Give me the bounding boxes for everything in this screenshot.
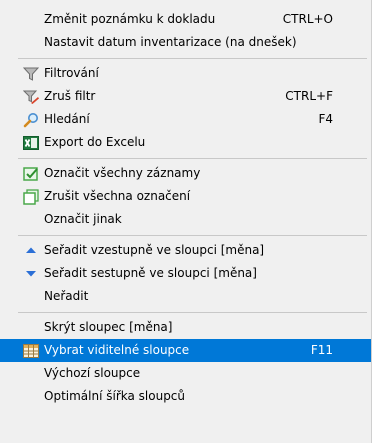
menu-item-label: Změnit poznámku k dokladu [44, 12, 216, 26]
menu-item-mark-otherwise[interactable]: Označit jinak [0, 208, 371, 231]
menu-item-label: Nastavit datum inventarizace (na dnešek) [44, 35, 297, 49]
menu-item-label: Zruš filtr [44, 89, 96, 103]
menu-item-label: Skrýt sloupec [měna] [44, 320, 173, 334]
menu-item-hide-column[interactable]: Skrýt sloupec [měna] [0, 316, 371, 339]
menu-item-shortcut: CTRL+F [285, 89, 333, 103]
menu-item-filter[interactable]: Filtrování [0, 62, 371, 85]
menu-item-clear-filter[interactable]: Zruš filtr CTRL+F [0, 85, 371, 108]
menu-item-export-excel[interactable]: Export do Excelu [0, 131, 371, 154]
menu-separator [0, 54, 371, 62]
menu-item-deselect-all[interactable]: Zrušit všechna označení [0, 185, 371, 208]
sort-ascending-icon [23, 243, 39, 259]
menu-item-search[interactable]: Hledání F4 [0, 108, 371, 131]
magnifier-icon [23, 112, 39, 128]
menu-item-select-all[interactable]: Označit všechny záznamy [0, 162, 371, 185]
menu-separator [0, 154, 371, 162]
menu-item-label: Výchozí sloupce [44, 366, 141, 380]
menu-item-label: Filtrování [44, 66, 99, 80]
menu-item-label: Zrušit všechna označení [44, 189, 191, 203]
menu-item-default-columns[interactable]: Výchozí sloupce [0, 362, 371, 385]
menu-item-label: Hledání [44, 112, 90, 126]
menu-item-label: Optimální šířka sloupců [44, 389, 186, 403]
menu-item-sort-ascending[interactable]: Seřadit vzestupně ve sloupci [měna] [0, 239, 371, 262]
sort-descending-icon [23, 266, 39, 282]
menu-item-label: Označit jinak [44, 212, 122, 226]
select-all-icon [23, 166, 39, 182]
columns-icon [23, 343, 39, 359]
menu-item-sort-descending[interactable]: Seřadit sestupně ve sloupci [měna] [0, 262, 371, 285]
menu-item-no-sort[interactable]: Neřadit [0, 285, 371, 308]
excel-icon [23, 135, 39, 151]
context-menu: Změnit poznámku k dokladu CTRL+O Nastavi… [0, 0, 372, 443]
deselect-all-icon [23, 189, 39, 205]
funnel-remove-icon [22, 89, 39, 105]
menu-item-change-note[interactable]: Změnit poznámku k dokladu CTRL+O [0, 8, 371, 31]
menu-item-shortcut: F11 [310, 343, 333, 357]
menu-item-label: Export do Excelu [44, 135, 146, 149]
menu-item-label: Vybrat viditelné sloupce [44, 343, 190, 357]
funnel-icon [22, 66, 40, 82]
menu-item-set-inventory-date[interactable]: Nastavit datum inventarizace (na dnešek) [0, 31, 371, 54]
menu-item-shortcut: F4 [318, 112, 333, 126]
menu-item-label: Označit všechny záznamy [44, 166, 201, 180]
menu-item-optimal-column-width[interactable]: Optimální šířka sloupců [0, 385, 371, 408]
menu-separator [0, 308, 371, 316]
menu-item-select-visible-columns[interactable]: Vybrat viditelné sloupce F11 [0, 339, 371, 362]
menu-item-label: Seřadit sestupně ve sloupci [měna] [44, 266, 257, 280]
menu-item-label: Neřadit [44, 289, 89, 303]
menu-separator [0, 231, 371, 239]
menu-item-shortcut: CTRL+O [282, 12, 333, 26]
menu-item-label: Seřadit vzestupně ve sloupci [měna] [44, 243, 265, 257]
